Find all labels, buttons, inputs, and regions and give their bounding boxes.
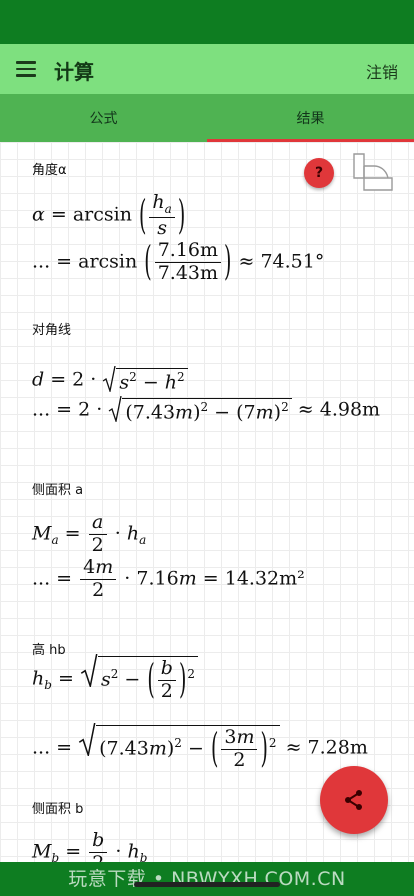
page-title: 计算 — [54, 60, 94, 84]
logout-button[interactable]: 注销 — [366, 59, 398, 83]
formula-diagonal-values: ... = 2 · (7.43m)2 − (7m)2 ≈ 4.98m — [32, 396, 381, 423]
pyramid-shape-icon[interactable] — [352, 152, 394, 192]
value-s: 7.43m — [157, 261, 219, 284]
result-height-b: ≈ 7.28m — [285, 736, 368, 759]
result-lateral-a: = 14.32m² — [202, 567, 305, 590]
formula-lateral-a-values: ... = 4m 2 · 7.16m = 14.32m² — [32, 556, 305, 601]
formula-angle-values: ... = arcsin (7.16m 7.43m) ≈ 74.51° — [32, 239, 325, 286]
help-icon[interactable]: ? — [304, 158, 334, 188]
tab-result[interactable]: 结果 — [207, 94, 414, 142]
app-bar: 计算 注销 — [0, 44, 414, 94]
status-bar — [0, 0, 414, 44]
formula-lateral-a: Ma = a2 · ha — [32, 511, 147, 556]
section-label-diagonal: 对角线 — [32, 323, 72, 338]
results-panel[interactable]: 角度α α = arcsin (ha s) ... = arcsin (7.16m… — [0, 142, 414, 862]
share-button[interactable] — [320, 766, 388, 834]
share-icon — [345, 790, 362, 810]
home-indicator[interactable] — [134, 882, 280, 887]
section-label-lateral-a: 侧面积 a — [32, 483, 84, 498]
formula-angle: α = arcsin (ha s) — [32, 191, 186, 239]
value-ha: 7.16m — [154, 239, 222, 263]
result-angle: ≈ 74.51° — [238, 250, 325, 273]
section-label-lateral-b: 侧面积 b — [32, 802, 84, 817]
tab-formula[interactable]: 公式 — [0, 94, 207, 142]
result-diagonal: ≈ 4.98m — [297, 398, 381, 421]
section-label-angle: 角度α — [32, 163, 67, 178]
formula-lateral-b: Mb = b2 · hb — [32, 829, 148, 862]
menu-icon[interactable] — [16, 60, 36, 78]
formula-height-b-values: ... = (7.43m)2 − (3m 2)2 ≈ 7.28m — [32, 723, 368, 772]
tab-bar: 公式 结果 — [0, 94, 414, 142]
formula-diagonal: d = 2 · s2 − h2 — [32, 366, 188, 393]
formula-height-b: hb = s2 − (b 2)2 — [32, 654, 198, 703]
